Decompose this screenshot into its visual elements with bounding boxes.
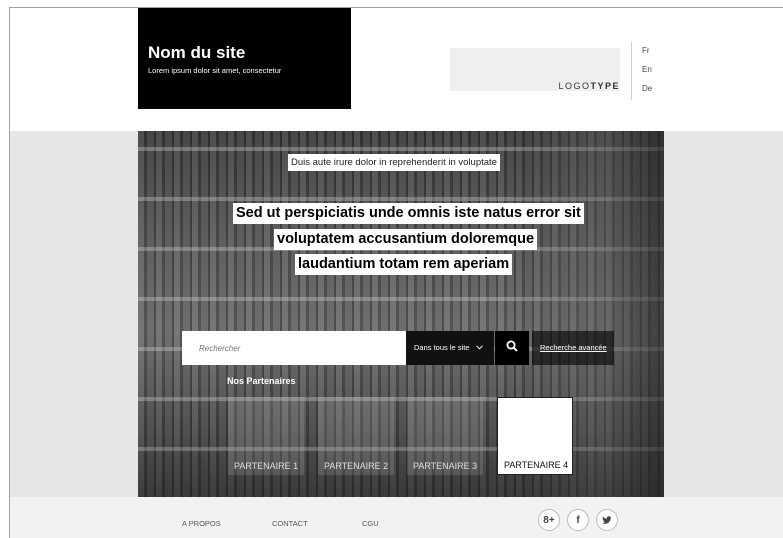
- logotype[interactable]: LOGOTYPE: [450, 48, 620, 91]
- footer-link-about[interactable]: A PROPOS: [182, 519, 221, 528]
- hero-headline-line-3: laudantium totam rem aperiam: [295, 254, 513, 275]
- hero-kicker: Duis aute irure dolor in reprehenderit i…: [288, 154, 500, 171]
- language-de[interactable]: De: [642, 84, 652, 93]
- partner-4[interactable]: PARTENAIRE 4: [497, 397, 573, 475]
- google-plus-icon[interactable]: 8+: [538, 509, 560, 531]
- hero-library-image: [138, 131, 664, 497]
- partner-label: PARTENAIRE 3: [413, 461, 478, 471]
- chevron-down-icon: [475, 331, 483, 365]
- partner-label: PARTENAIRE 1: [234, 461, 299, 471]
- hero-headline-line-2: voluptatem accusantium doloremque: [274, 229, 538, 250]
- search-button[interactable]: [495, 331, 529, 365]
- site-tagline: Lorem ipsum dolor sit amet, consectetur: [148, 66, 282, 75]
- partner-1[interactable]: PARTENAIRE 1: [228, 397, 304, 475]
- twitter-icon[interactable]: [596, 509, 618, 531]
- footer-link-cgu[interactable]: CGU: [362, 519, 379, 528]
- advanced-search-link[interactable]: Recherche avancée: [532, 331, 614, 365]
- partner-2[interactable]: PARTENAIRE 2: [318, 397, 394, 475]
- site-brand[interactable]: Nom du site Lorem ipsum dolor sit amet, …: [138, 8, 351, 109]
- footer-link-contact[interactable]: CONTACT: [272, 519, 308, 528]
- site-name: Nom du site: [148, 43, 246, 62]
- footer: [10, 497, 783, 538]
- twitter-glyph: [602, 515, 612, 524]
- partner-label: PARTENAIRE 4: [504, 460, 569, 470]
- frame-border-top: [9, 7, 783, 8]
- language-divider: [631, 42, 632, 100]
- facebook-glyph: f: [576, 514, 580, 526]
- language-fr[interactable]: Fr: [642, 46, 650, 55]
- google-plus-glyph: 8+: [543, 514, 555, 526]
- logotype-text: LOGOTYPE: [558, 81, 620, 91]
- partner-3[interactable]: PARTENAIRE 3: [407, 397, 483, 475]
- partners-title: Nos Partenaires: [227, 376, 296, 386]
- page: Nom du site Lorem ipsum dolor sit amet, …: [0, 0, 783, 538]
- partner-label: PARTENAIRE 2: [324, 461, 389, 471]
- search-scope-label: Dans tous le site: [414, 343, 470, 352]
- floor-shade: [138, 427, 664, 497]
- hero-headline-line-1: Sed ut perspiciatis unde omnis iste natu…: [233, 203, 584, 224]
- search-icon: [506, 339, 518, 357]
- search-input[interactable]: [182, 331, 406, 365]
- facebook-icon[interactable]: f: [567, 509, 589, 531]
- language-en[interactable]: En: [642, 65, 652, 74]
- search-scope-dropdown[interactable]: Dans tous le site: [406, 331, 494, 365]
